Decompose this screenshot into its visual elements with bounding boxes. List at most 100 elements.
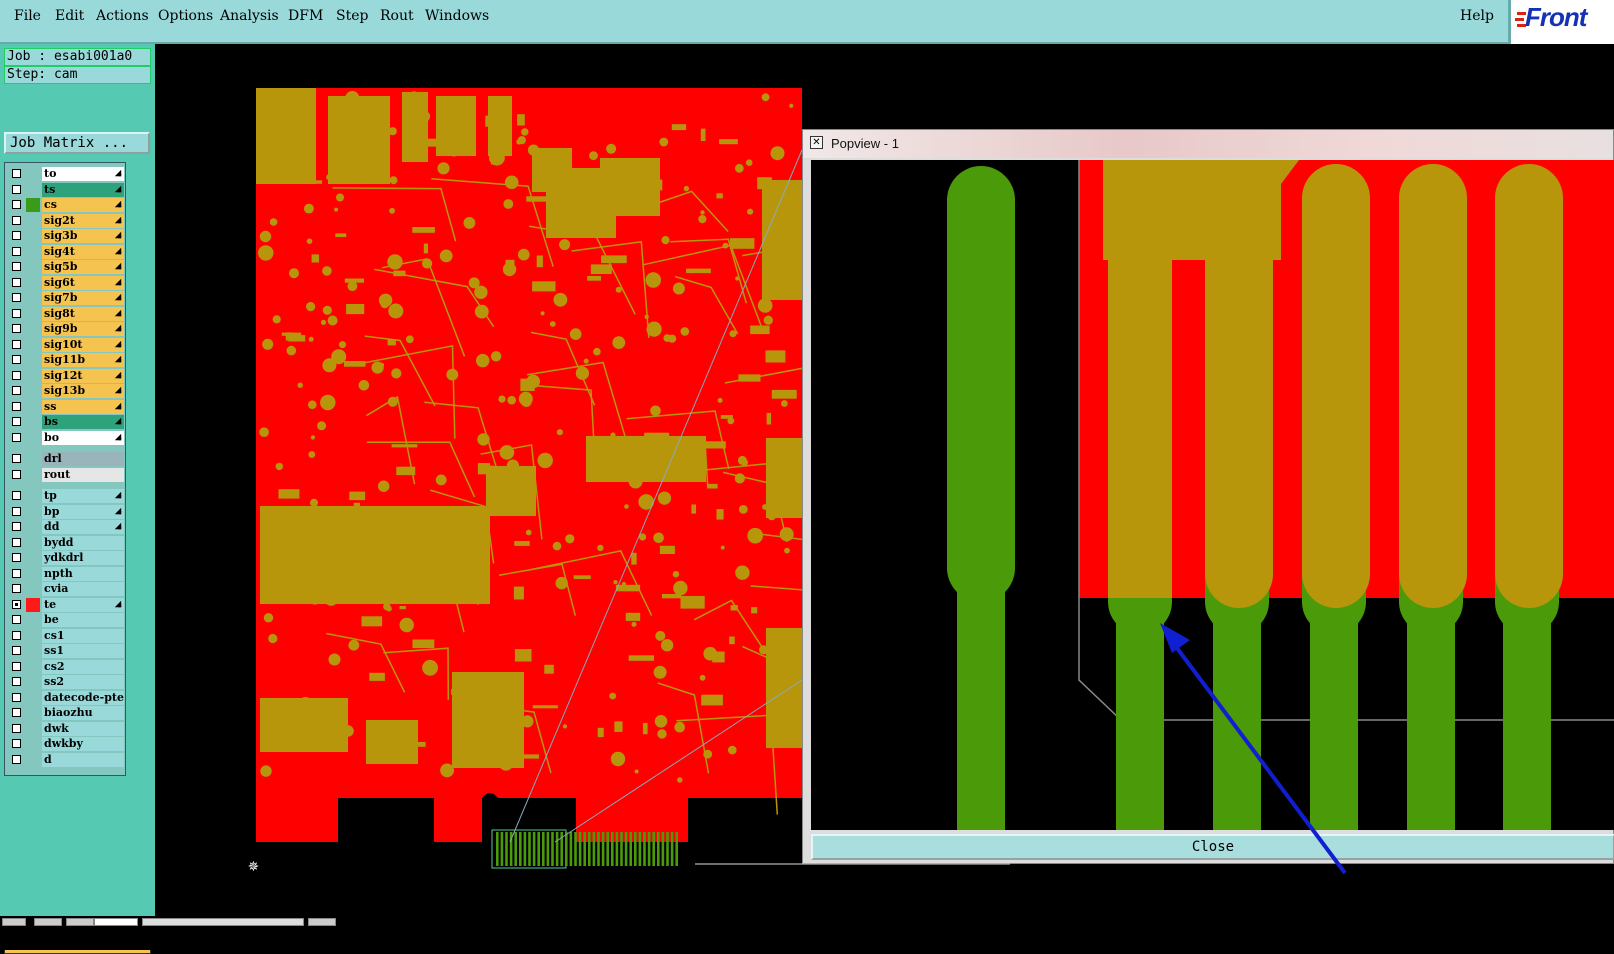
bottom-button-1[interactable] <box>2 918 26 926</box>
job-matrix-button[interactable]: Job Matrix ... <box>4 132 150 154</box>
layer-name[interactable]: sig3b <box>42 229 124 243</box>
layer-checkbox[interactable] <box>12 454 21 463</box>
layer-name[interactable]: tp <box>42 489 124 503</box>
layer-checkbox[interactable] <box>12 661 21 671</box>
layer-name[interactable]: sig9b <box>42 322 124 336</box>
close-icon[interactable]: ✕ <box>810 136 823 149</box>
pcb-board[interactable] <box>256 88 856 878</box>
layer-row-ss[interactable]: ss <box>8 399 124 414</box>
layer-row-datecode-pte[interactable]: datecode-pte <box>8 690 124 705</box>
layer-name[interactable]: sig10t <box>42 337 124 352</box>
layer-color-swatch[interactable] <box>26 198 40 212</box>
layer-color-swatch[interactable] <box>26 520 40 534</box>
menu-file[interactable]: File <box>14 8 41 24</box>
bottom-button-3[interactable] <box>66 918 94 926</box>
layer-checkbox[interactable] <box>12 506 21 516</box>
layer-checkbox[interactable] <box>12 630 21 640</box>
layer-color-swatch[interactable] <box>26 400 40 414</box>
layer-row-sig5b[interactable]: sig5b <box>8 260 124 274</box>
layer-row-bo[interactable]: bo <box>8 430 124 445</box>
layer-name[interactable]: ss1 <box>42 644 124 658</box>
menu-help[interactable]: Help <box>1460 8 1494 24</box>
layer-row-cs[interactable]: cs <box>8 198 124 212</box>
layer-name[interactable]: sig2t <box>42 213 124 228</box>
bottom-field[interactable] <box>94 918 138 926</box>
layer-name[interactable]: sig11b <box>42 353 124 367</box>
layer-row-bp[interactable]: bp <box>8 504 124 519</box>
layer-name[interactable]: bp <box>42 504 124 519</box>
layer-name[interactable]: sig7b <box>42 291 124 305</box>
layer-row-ydkdrl[interactable]: ydkdrl <box>8 551 124 565</box>
layer-checkbox[interactable] <box>12 537 21 547</box>
close-button[interactable]: Close <box>811 834 1614 860</box>
layer-color-swatch[interactable] <box>26 167 40 181</box>
menu-rout[interactable]: Rout <box>380 8 414 24</box>
layer-checkbox[interactable] <box>12 231 21 240</box>
layer-checkbox[interactable] <box>12 646 21 655</box>
layer-checkbox[interactable] <box>12 522 21 531</box>
menu-edit[interactable]: Edit <box>55 8 84 24</box>
layer-color-swatch[interactable] <box>26 706 40 720</box>
layer-row-biaozhu[interactable]: biaozhu <box>8 706 124 720</box>
layer-name[interactable]: rout <box>42 467 124 482</box>
layer-checkbox[interactable] <box>12 568 21 578</box>
layer-color-swatch[interactable] <box>26 675 40 689</box>
layer-row-sig7b[interactable]: sig7b <box>8 291 124 305</box>
layer-checkbox[interactable] <box>12 246 21 256</box>
layer-color-swatch[interactable] <box>26 551 40 565</box>
layer-row-te[interactable]: te <box>8 597 124 612</box>
layer-color-swatch[interactable] <box>26 489 40 503</box>
layer-name[interactable]: cs1 <box>42 628 124 643</box>
popview-canvas[interactable] <box>811 160 1614 830</box>
menu-analysis[interactable]: Analysis <box>220 8 279 24</box>
layer-name[interactable]: bo <box>42 430 124 445</box>
layer-color-swatch[interactable] <box>26 353 40 367</box>
menu-step[interactable]: Step <box>336 8 368 24</box>
menu-options[interactable]: Options <box>158 8 213 24</box>
bottom-button-4[interactable] <box>308 918 336 926</box>
layer-row-ss1[interactable]: ss1 <box>8 644 124 658</box>
layer-color-swatch[interactable] <box>26 582 40 596</box>
bottom-button-2[interactable] <box>34 918 62 926</box>
layer-checkbox[interactable] <box>12 584 21 593</box>
layer-name[interactable]: sig13b <box>42 384 124 398</box>
layer-color-swatch[interactable] <box>26 505 40 519</box>
layer-color-swatch[interactable] <box>26 260 40 274</box>
layer-row-sig13b[interactable]: sig13b <box>8 384 124 398</box>
layer-name[interactable]: bs <box>42 415 124 429</box>
layer-color-swatch[interactable] <box>26 431 40 445</box>
layer-row-be[interactable]: be <box>8 613 124 627</box>
layer-row-dwk[interactable]: dwk <box>8 721 124 736</box>
layer-name[interactable]: ydkdrl <box>42 551 124 565</box>
layer-color-swatch[interactable] <box>26 644 40 658</box>
layer-row-cs1[interactable]: cs1 <box>8 628 124 643</box>
layer-row-cvia[interactable]: cvia <box>8 582 124 596</box>
layer-row-sig4t[interactable]: sig4t <box>8 244 124 259</box>
layer-row-sig11b[interactable]: sig11b <box>8 353 124 367</box>
layer-checkbox[interactable] <box>12 692 21 702</box>
layer-color-swatch[interactable] <box>26 629 40 643</box>
layer-checkbox[interactable] <box>12 739 21 748</box>
layer-checkbox[interactable] <box>12 324 21 333</box>
layer-color-swatch[interactable] <box>26 276 40 290</box>
layer-row-sig2t[interactable]: sig2t <box>8 213 124 228</box>
layer-row-dwkby[interactable]: dwkby <box>8 737 124 751</box>
bottom-input[interactable] <box>142 918 304 926</box>
layer-color-swatch[interactable] <box>26 660 40 674</box>
layer-row-sig9b[interactable]: sig9b <box>8 322 124 336</box>
layer-row-dd[interactable]: dd <box>8 520 124 534</box>
layer-color-swatch[interactable] <box>26 536 40 550</box>
layer-color-swatch[interactable] <box>26 245 40 259</box>
layer-color-swatch[interactable] <box>26 369 40 383</box>
layer-name[interactable]: cs2 <box>42 659 124 674</box>
layer-checkbox[interactable] <box>12 262 21 271</box>
layer-checkbox[interactable] <box>12 401 21 411</box>
layer-name[interactable]: biaozhu <box>42 706 124 720</box>
layer-name[interactable]: dwk <box>42 721 124 736</box>
layer-color-swatch[interactable] <box>26 753 40 767</box>
layer-row-sig10t[interactable]: sig10t <box>8 337 124 352</box>
layer-checkbox[interactable] <box>12 277 21 287</box>
layer-name[interactable]: sig12t <box>42 368 124 383</box>
layer-name[interactable]: dwkby <box>42 737 124 751</box>
layer-color-swatch[interactable] <box>26 737 40 751</box>
